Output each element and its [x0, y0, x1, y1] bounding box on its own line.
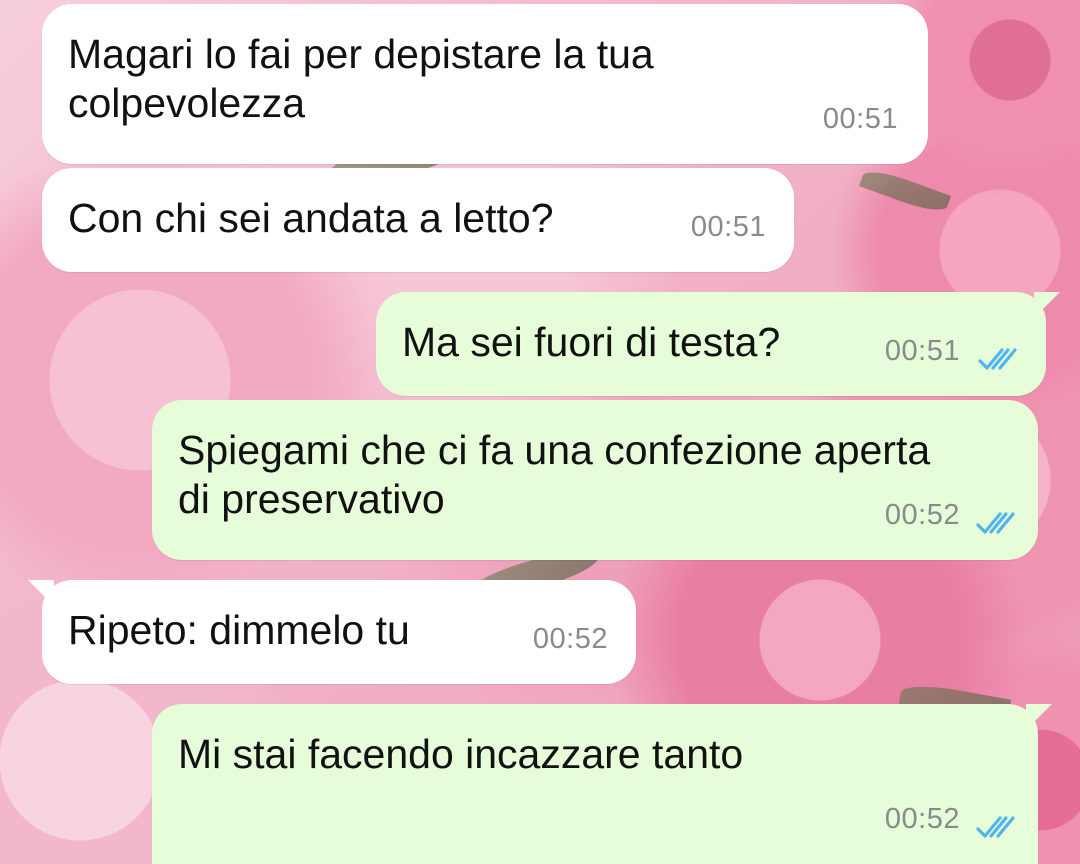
wallpaper-leaf: [858, 165, 952, 217]
message-timestamp: 00:51: [822, 103, 898, 135]
message-text: Magari lo fai per depistare la tua colpe…: [68, 31, 654, 126]
message-bubble-outgoing[interactable]: Ma sei fuori di testa? 00:51: [376, 292, 1060, 396]
message-bubble-outgoing[interactable]: Spiegami che ci fa una confezione aperta…: [152, 400, 1038, 560]
message-text: Con chi sei andata a letto?: [68, 195, 554, 241]
message-timestamp: 00:52: [884, 499, 960, 531]
message-bubble-incoming[interactable]: Magari lo fai per depistare la tua colpe…: [42, 4, 928, 164]
message-timestamp: 00:51: [884, 335, 960, 367]
message-text: Spiegami che ci fa una confezione aperta…: [178, 427, 931, 522]
message-text: Mi stai facendo incazzare tanto: [178, 731, 744, 777]
double-check-icon: [978, 348, 1017, 370]
message-text: Ripeto: dimmelo tu: [68, 607, 410, 653]
message-bubble-incoming[interactable]: Con chi sei andata a letto? 00:51: [42, 168, 794, 272]
double-check-icon: [976, 512, 1015, 534]
message-bubble-incoming[interactable]: Ripeto: dimmelo tu 00:52: [28, 580, 636, 684]
message-timestamp: 00:51: [690, 211, 766, 243]
double-check-icon: [976, 816, 1015, 838]
message-timestamp: 00:52: [532, 623, 608, 655]
message-timestamp: 00:52: [884, 803, 960, 835]
message-bubble-outgoing[interactable]: Mi stai facendo incazzare tanto 00:52: [152, 704, 1052, 864]
